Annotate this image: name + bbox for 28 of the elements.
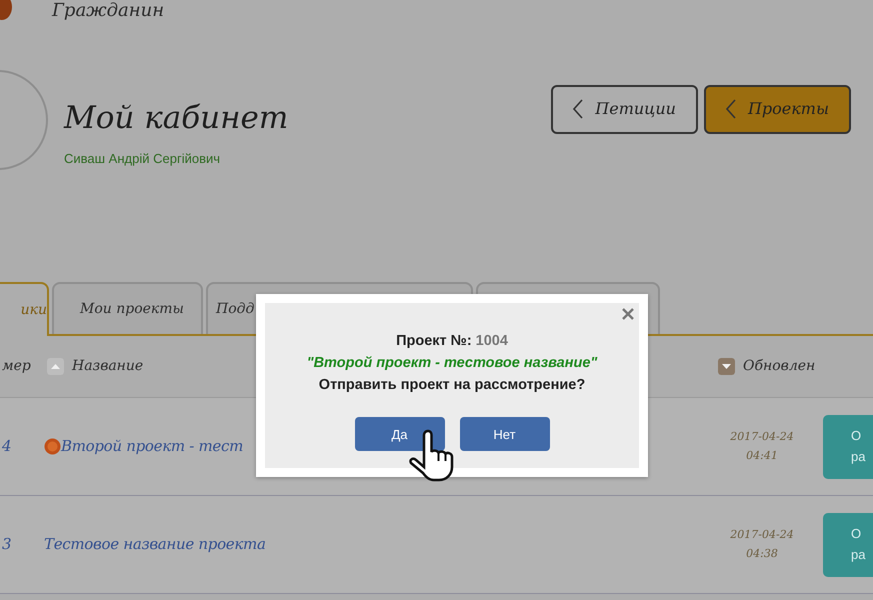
- site-name: Гражданин: [52, 0, 164, 22]
- project-title-link[interactable]: Второй проект - тест: [61, 436, 246, 457]
- chevron-left-icon: [726, 99, 736, 119]
- user-name: Сиваш Андрій Сергійович: [64, 150, 222, 168]
- chevron-left-icon: [573, 99, 584, 119]
- close-icon[interactable]: [621, 307, 635, 321]
- action-button[interactable]: О ра: [823, 414, 873, 478]
- nav-button[interactable]: Петиции: [551, 84, 698, 134]
- row-date: 2017-04-24: [729, 428, 795, 445]
- row-time: 04:41: [745, 448, 779, 464]
- tab[interactable]: Мои проекты: [52, 282, 203, 334]
- project-name: "Второй проект - тестовое название": [306, 354, 598, 373]
- column-header: Название: [72, 357, 144, 376]
- row-time: 04:38: [745, 546, 779, 562]
- nav-button[interactable]: Проекты: [704, 84, 851, 134]
- project-number-line: Проект №: 1004: [396, 332, 508, 351]
- page-title: Мой кабинет: [64, 101, 288, 136]
- row-number: 3: [2, 534, 13, 556]
- column-header: Обновлен: [743, 357, 816, 376]
- dialog-button[interactable]: Нет: [460, 417, 550, 452]
- dialog-button[interactable]: Да: [354, 417, 444, 452]
- project-title-link[interactable]: Тестовое название проекта: [44, 534, 268, 555]
- row-date: 2017-04-24: [729, 526, 795, 543]
- confirm-question: Отправить проект на рассмотрение?: [318, 376, 586, 394]
- action-button[interactable]: О ра: [823, 512, 873, 576]
- column-header: мер: [2, 357, 32, 376]
- row-number: 4: [2, 436, 13, 458]
- tab[interactable]: ики: [0, 282, 49, 336]
